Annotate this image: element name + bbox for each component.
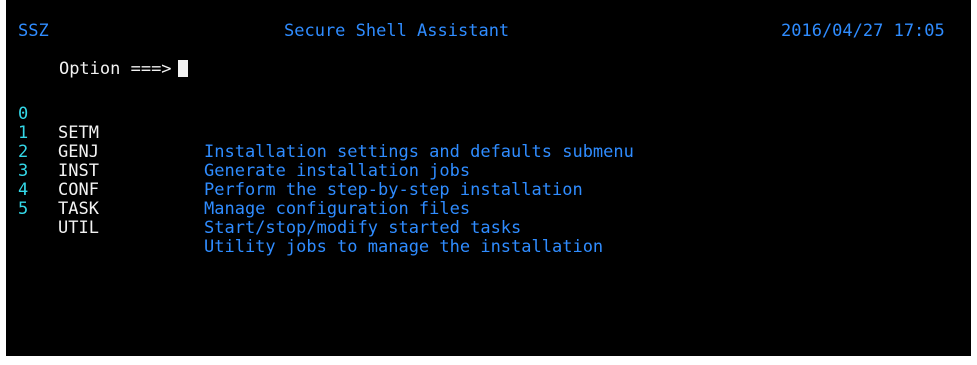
terminal-screen: SSZ Secure Shell Assistant 2016/04/27 17…	[6, 0, 971, 356]
date-time: 2016/04/27 17:05	[781, 21, 945, 41]
menu-item-description: Installation settings and defaults subme…	[204, 142, 634, 162]
menu-item-description: Perform the step-by-step installation	[204, 180, 583, 200]
option-prompt: Option ===>	[58, 59, 172, 79]
screen-title: Secure Shell Assistant	[284, 21, 510, 41]
menu-item-code: UTIL	[58, 218, 99, 238]
option-input[interactable]	[177, 60, 188, 77]
menu-item-conf[interactable]: 3 CONF Manage configuration files	[18, 143, 470, 219]
menu-item-description: Utility jobs to manage the installation	[204, 237, 604, 257]
menu-item-description: Generate installation jobs	[204, 161, 471, 181]
menu-item-util[interactable]: 5 UTIL Utility jobs to manage the instal…	[18, 181, 603, 257]
menu-item-task[interactable]: 4 TASK Start/stop/modify started tasks	[18, 162, 521, 238]
menu-item-setm[interactable]: 0 SETM Installation settings and default…	[18, 86, 634, 162]
menu-item-description: Start/stop/modify started tasks	[204, 218, 522, 238]
menu-item-inst[interactable]: 2 INST Perform the step-by-step installa…	[18, 124, 583, 200]
menu-item-description: Manage configuration files	[204, 199, 471, 219]
system-id: SSZ	[18, 21, 49, 41]
menu-item-genj[interactable]: 1 GENJ Generate installation jobs	[18, 105, 470, 181]
menu-item-number: 5	[18, 199, 29, 219]
